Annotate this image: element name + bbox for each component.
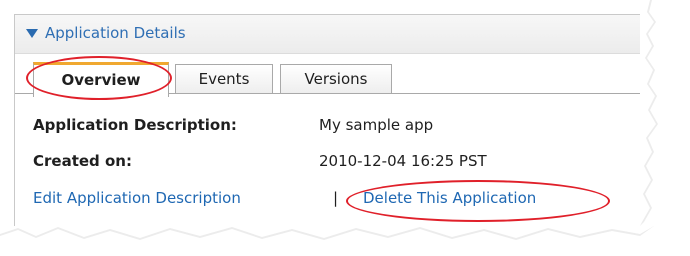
delete-application-link[interactable]: Delete This Application <box>363 189 536 207</box>
tab-strip: Overview Events Versions <box>15 54 655 97</box>
link-separator: | <box>333 189 339 207</box>
panel-title[interactable]: Application Details <box>45 24 186 42</box>
description-value: My sample app <box>319 116 434 134</box>
tab-overview[interactable]: Overview <box>33 62 169 97</box>
application-details-panel: Application Details Overview Events Vers… <box>14 14 656 242</box>
torn-edge-right <box>640 0 690 256</box>
created-label: Created on: <box>33 152 132 170</box>
description-label: Application Description: <box>33 116 237 134</box>
tab-events[interactable]: Events <box>175 64 273 93</box>
panel-header[interactable]: Application Details <box>15 15 655 54</box>
tab-versions[interactable]: Versions <box>280 64 392 93</box>
collapse-triangle-icon[interactable] <box>26 29 38 38</box>
created-value: 2010-12-04 16:25 PST <box>319 152 487 170</box>
edit-description-link[interactable]: Edit Application Description <box>33 189 241 207</box>
screenshot-frame: Application Details Overview Events Vers… <box>0 0 690 256</box>
torn-edge-bottom <box>0 226 690 256</box>
